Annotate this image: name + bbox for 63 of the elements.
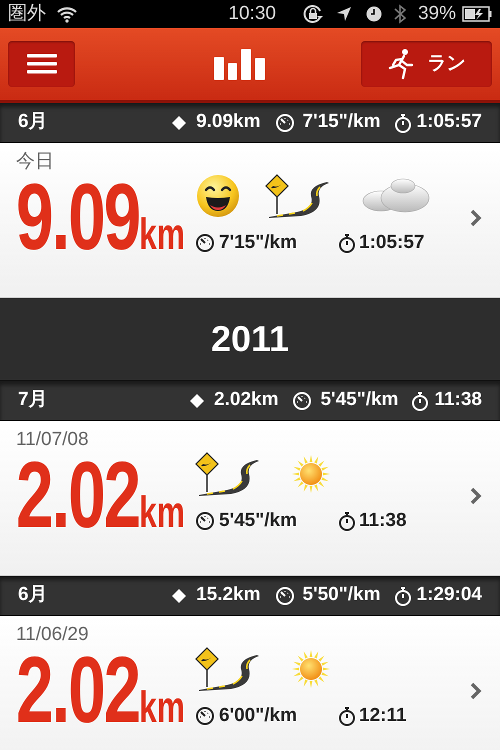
average-pace-text: 5'50"/km (302, 583, 380, 608)
stopwatch-icon (392, 586, 412, 606)
wifi-icon (56, 5, 78, 23)
stopwatch-icon (392, 112, 412, 132)
run-button[interactable]: ラン (361, 41, 492, 87)
clock-icon (366, 6, 382, 22)
menu-icon (26, 53, 56, 75)
distance-unit: km (139, 209, 185, 261)
total-distance-text: 9.09km (196, 110, 261, 134)
run-pace: 7'15"/km (219, 231, 298, 255)
run-time: 1:05:57 (359, 231, 424, 255)
chevron-right-icon (470, 682, 482, 700)
total-distance-text: 2.02km (214, 388, 278, 412)
stopwatch-icon (337, 706, 357, 726)
rotation-lock-icon (302, 3, 324, 25)
distance-unit: km (139, 487, 185, 539)
menu-button[interactable] (8, 41, 75, 87)
total-time-text: 1:29:04 (416, 583, 482, 608)
bluetooth-icon (394, 4, 406, 24)
run-time: 11:38 (359, 509, 407, 533)
speedometer-icon (274, 586, 295, 606)
total-time-text: 1:05:57 (416, 110, 482, 134)
distance-unit: km (139, 682, 185, 734)
diamond-icon (172, 116, 186, 130)
speedometer-icon (195, 233, 215, 254)
total-time-text: 11:38 (434, 388, 482, 412)
average-pace-text: 7'15"/km (302, 110, 380, 134)
runner-icon (388, 48, 414, 80)
battery-icon (462, 6, 492, 22)
speedometer-icon (274, 112, 295, 132)
month-label: 6月 (18, 110, 48, 134)
total-distance-text: 15.2km (196, 583, 261, 608)
diamond-icon (172, 588, 186, 602)
stopwatch-icon (337, 233, 357, 254)
location-arrow-icon (336, 6, 352, 22)
clock-text: 10:30 (228, 2, 276, 26)
carrier-text: 圏外 (8, 2, 46, 26)
road-sign-icon (265, 174, 331, 218)
battery-percent-text: 39% (418, 2, 456, 26)
month-label: 6月 (18, 583, 48, 608)
speedometer-icon (195, 511, 215, 532)
sun-icon (291, 649, 331, 689)
chevron-right-icon (470, 209, 482, 227)
month-label: 7月 (18, 388, 48, 412)
run-row[interactable]: 今日 9.09km 7'15"/km 1:05:57 (0, 143, 500, 298)
diamond-icon (190, 394, 204, 408)
run-row[interactable]: 11/07/08 2.02km 5'45"/km 11:38 (0, 421, 500, 576)
run-pace: 6'00"/km (219, 704, 298, 728)
run-time: 12:11 (359, 704, 407, 728)
stopwatch-icon (337, 511, 357, 532)
bar-chart-icon (214, 48, 266, 80)
speedometer-icon (195, 706, 215, 726)
speedometer-icon (292, 390, 312, 410)
run-date: 今日 (16, 150, 55, 174)
year-heading: 2011 (210, 317, 290, 361)
stopwatch-icon (410, 390, 430, 410)
average-pace-text: 5'45"/km (320, 388, 398, 412)
road-sign-icon (195, 647, 261, 691)
run-pace: 5'45"/km (219, 509, 298, 533)
chevron-right-icon (470, 487, 482, 505)
sun-icon (291, 454, 331, 494)
road-sign-icon (195, 452, 261, 496)
smiley-face-icon (195, 173, 241, 219)
